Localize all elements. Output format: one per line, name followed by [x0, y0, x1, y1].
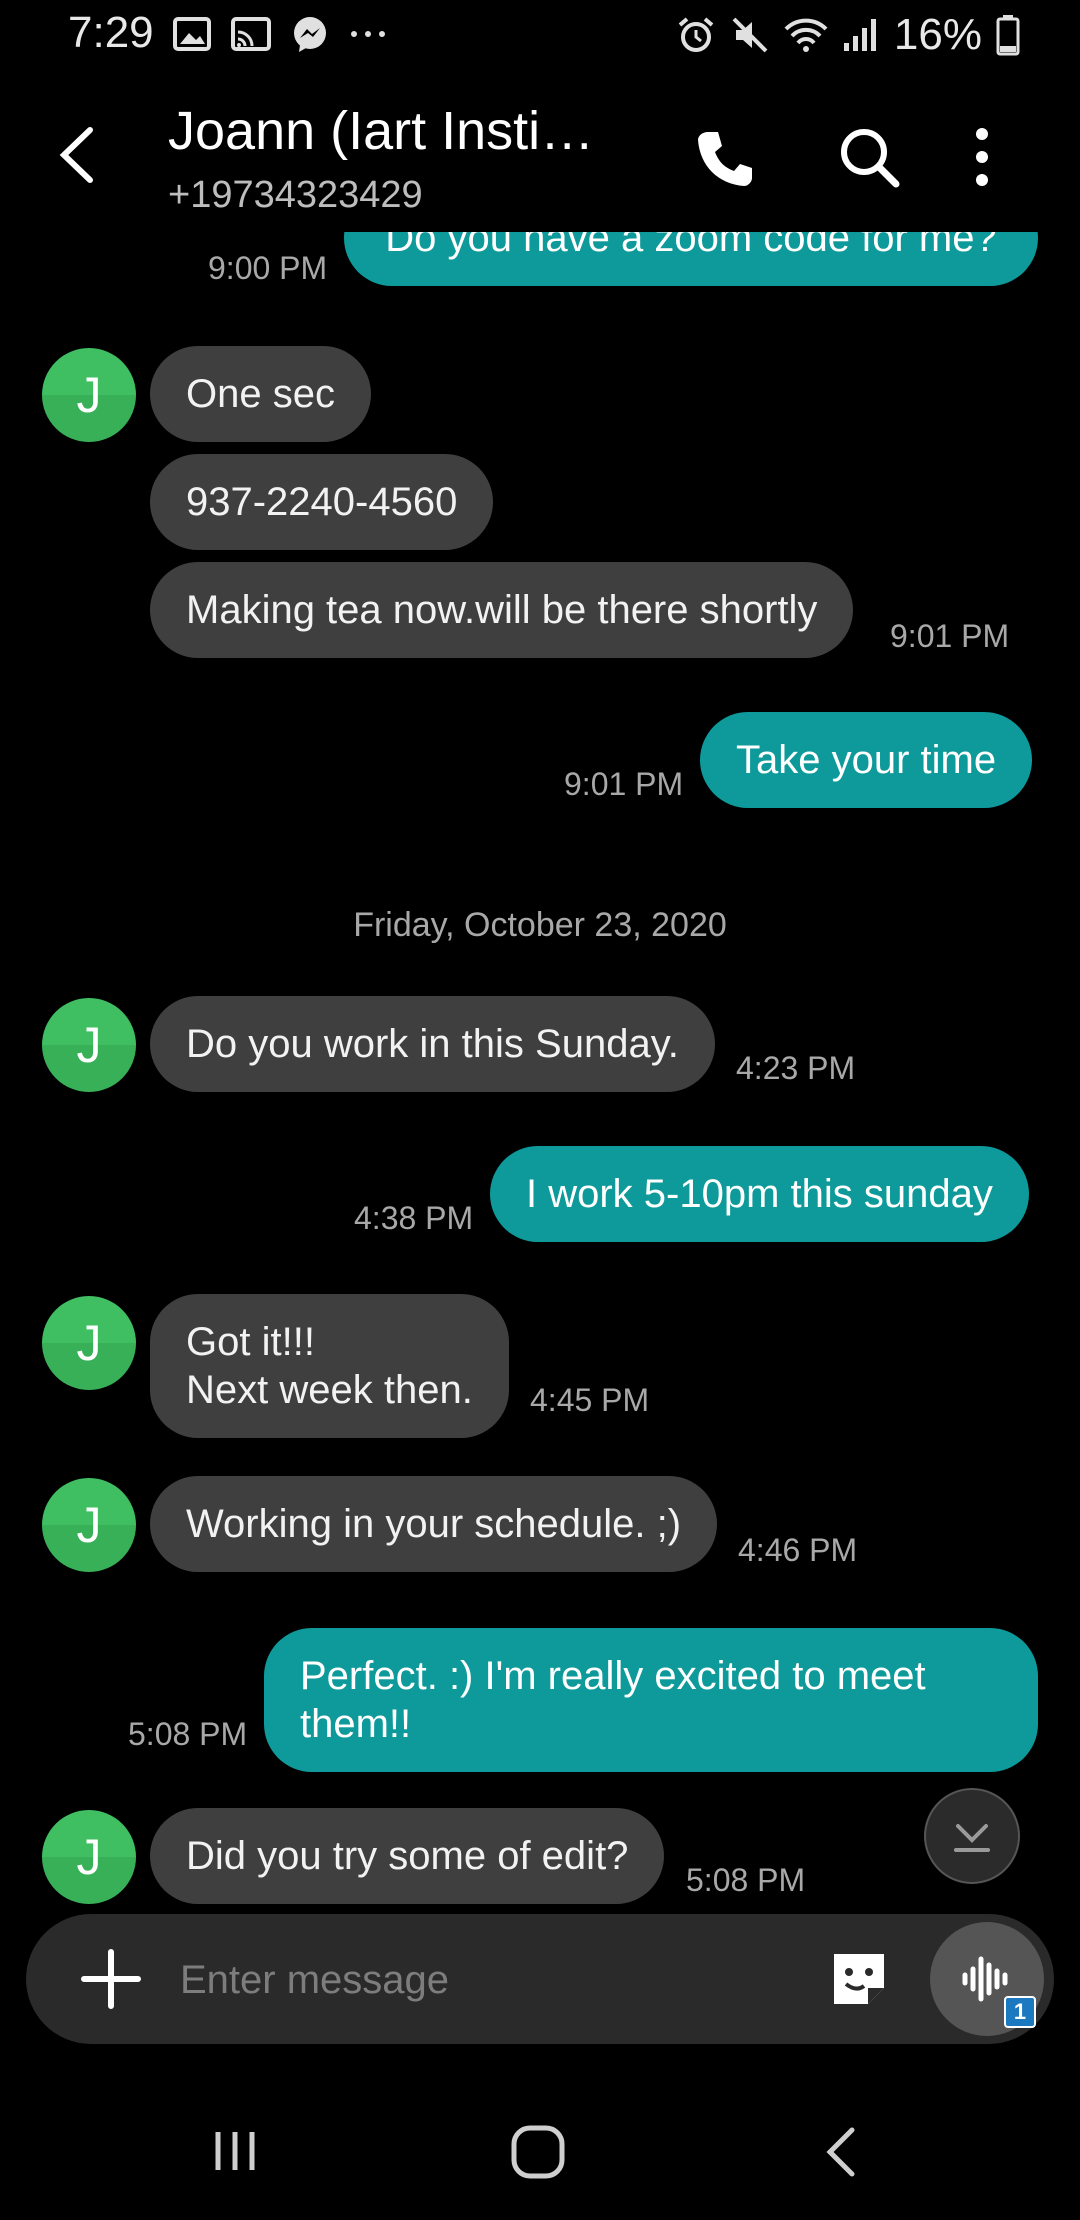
battery-percent: 16%: [893, 10, 982, 59]
scroll-to-bottom-button[interactable]: [924, 1788, 1020, 1884]
avatar[interactable]: J: [42, 1296, 136, 1390]
phone-icon: [698, 132, 752, 186]
message-timestamp: 4:46 PM: [738, 1532, 858, 1568]
more-options-button[interactable]: [962, 122, 1002, 192]
message-bubble-outgoing[interactable]: Take your time: [700, 712, 1033, 808]
avatar-initial: J: [76, 1315, 102, 1371]
battery-icon: [996, 14, 1020, 56]
recent-apps-icon: [215, 2132, 255, 2170]
avatar-initial: J: [76, 1017, 102, 1073]
voice-message-button[interactable]: 1: [930, 1922, 1044, 2036]
message-list[interactable]: Do you have a zoom code for me? 9:00 PM …: [0, 232, 1080, 1904]
more-vert-icon: [976, 128, 988, 186]
search-icon: [841, 129, 900, 188]
search-button[interactable]: [834, 122, 904, 192]
back-button[interactable]: [50, 120, 110, 190]
sticker-button[interactable]: [826, 1946, 892, 2012]
cast-icon: [230, 14, 272, 54]
message-bubble-incoming[interactable]: Got it!!! Next week then.: [150, 1294, 509, 1438]
avatar[interactable]: J: [42, 1478, 136, 1572]
mute-icon: [730, 15, 770, 55]
message-timestamp: 9:01 PM: [564, 766, 684, 802]
message-bubble-incoming[interactable]: One sec: [150, 346, 371, 442]
home-icon: [511, 2125, 565, 2179]
date-separator: Friday, October 23, 2020: [353, 906, 727, 944]
messenger-icon: [290, 14, 330, 54]
message-bubble-outgoing[interactable]: Do you have a zoom code for me?: [344, 232, 1038, 286]
wifi-icon: [784, 15, 828, 55]
sim-badge: 1: [1004, 1996, 1036, 2028]
home-button[interactable]: [508, 2122, 568, 2182]
status-bar: 7:29 16%: [0, 0, 1080, 72]
message-bubble-incoming[interactable]: Making tea now.will be there shortly: [150, 562, 854, 658]
chevron-down-icon: [954, 1824, 990, 1852]
message-bubble-outgoing[interactable]: Perfect. :) I'm really excited to meet t…: [264, 1628, 1038, 1772]
message-bubble-incoming[interactable]: Working in your schedule. ;): [150, 1476, 718, 1572]
message-bubble-incoming[interactable]: Do you work in this Sunday.: [150, 996, 715, 1092]
message-bubble-outgoing[interactable]: I work 5-10pm this sunday: [490, 1146, 1029, 1242]
signal-icon: [842, 15, 880, 55]
plus-icon: [81, 1949, 141, 2009]
status-time: 7:29: [68, 8, 154, 57]
recent-apps-button[interactable]: [210, 2126, 260, 2176]
avatar[interactable]: J: [42, 1810, 136, 1904]
attach-button[interactable]: [76, 1944, 146, 2014]
status-icons-left: [172, 14, 388, 54]
nav-back-button[interactable]: [816, 2122, 866, 2182]
call-button[interactable]: [690, 124, 760, 194]
status-icons-right: 16%: [676, 10, 1020, 60]
message-timestamp: 4:38 PM: [354, 1200, 474, 1236]
avatar-initial: J: [76, 367, 102, 423]
avatar[interactable]: J: [42, 348, 136, 442]
contact-name[interactable]: Joann (Iart Insti…: [168, 100, 594, 162]
avatar-initial: J: [76, 1829, 102, 1885]
message-bubble-incoming[interactable]: 937-2240-4560: [150, 454, 494, 550]
conversation-header: Joann (Iart Insti… +19734323429: [0, 72, 1080, 232]
avatar[interactable]: J: [42, 998, 136, 1092]
nav-back-icon: [826, 2127, 855, 2177]
alarm-icon: [676, 15, 716, 55]
contact-phone: +19734323429: [168, 174, 423, 216]
message-input[interactable]: [180, 1950, 820, 2010]
navigation-bar: [0, 2080, 1080, 2220]
message-bubble-incoming[interactable]: Did you try some of edit?: [150, 1808, 665, 1904]
message-timestamp: 9:01 PM: [890, 618, 1010, 654]
more-notifications-icon: [348, 24, 388, 44]
sticker-icon: [834, 1954, 884, 2004]
message-timestamp: 4:45 PM: [530, 1382, 650, 1418]
message-timestamp: 9:00 PM: [208, 250, 328, 286]
message-timestamp: 5:08 PM: [686, 1862, 806, 1898]
gallery-icon: [172, 14, 212, 54]
avatar-initial: J: [76, 1497, 102, 1553]
message-timestamp: 4:23 PM: [736, 1050, 856, 1086]
back-arrow-icon: [59, 127, 93, 183]
message-composer: 1: [26, 1914, 1054, 2044]
message-timestamp: 5:08 PM: [128, 1716, 248, 1752]
